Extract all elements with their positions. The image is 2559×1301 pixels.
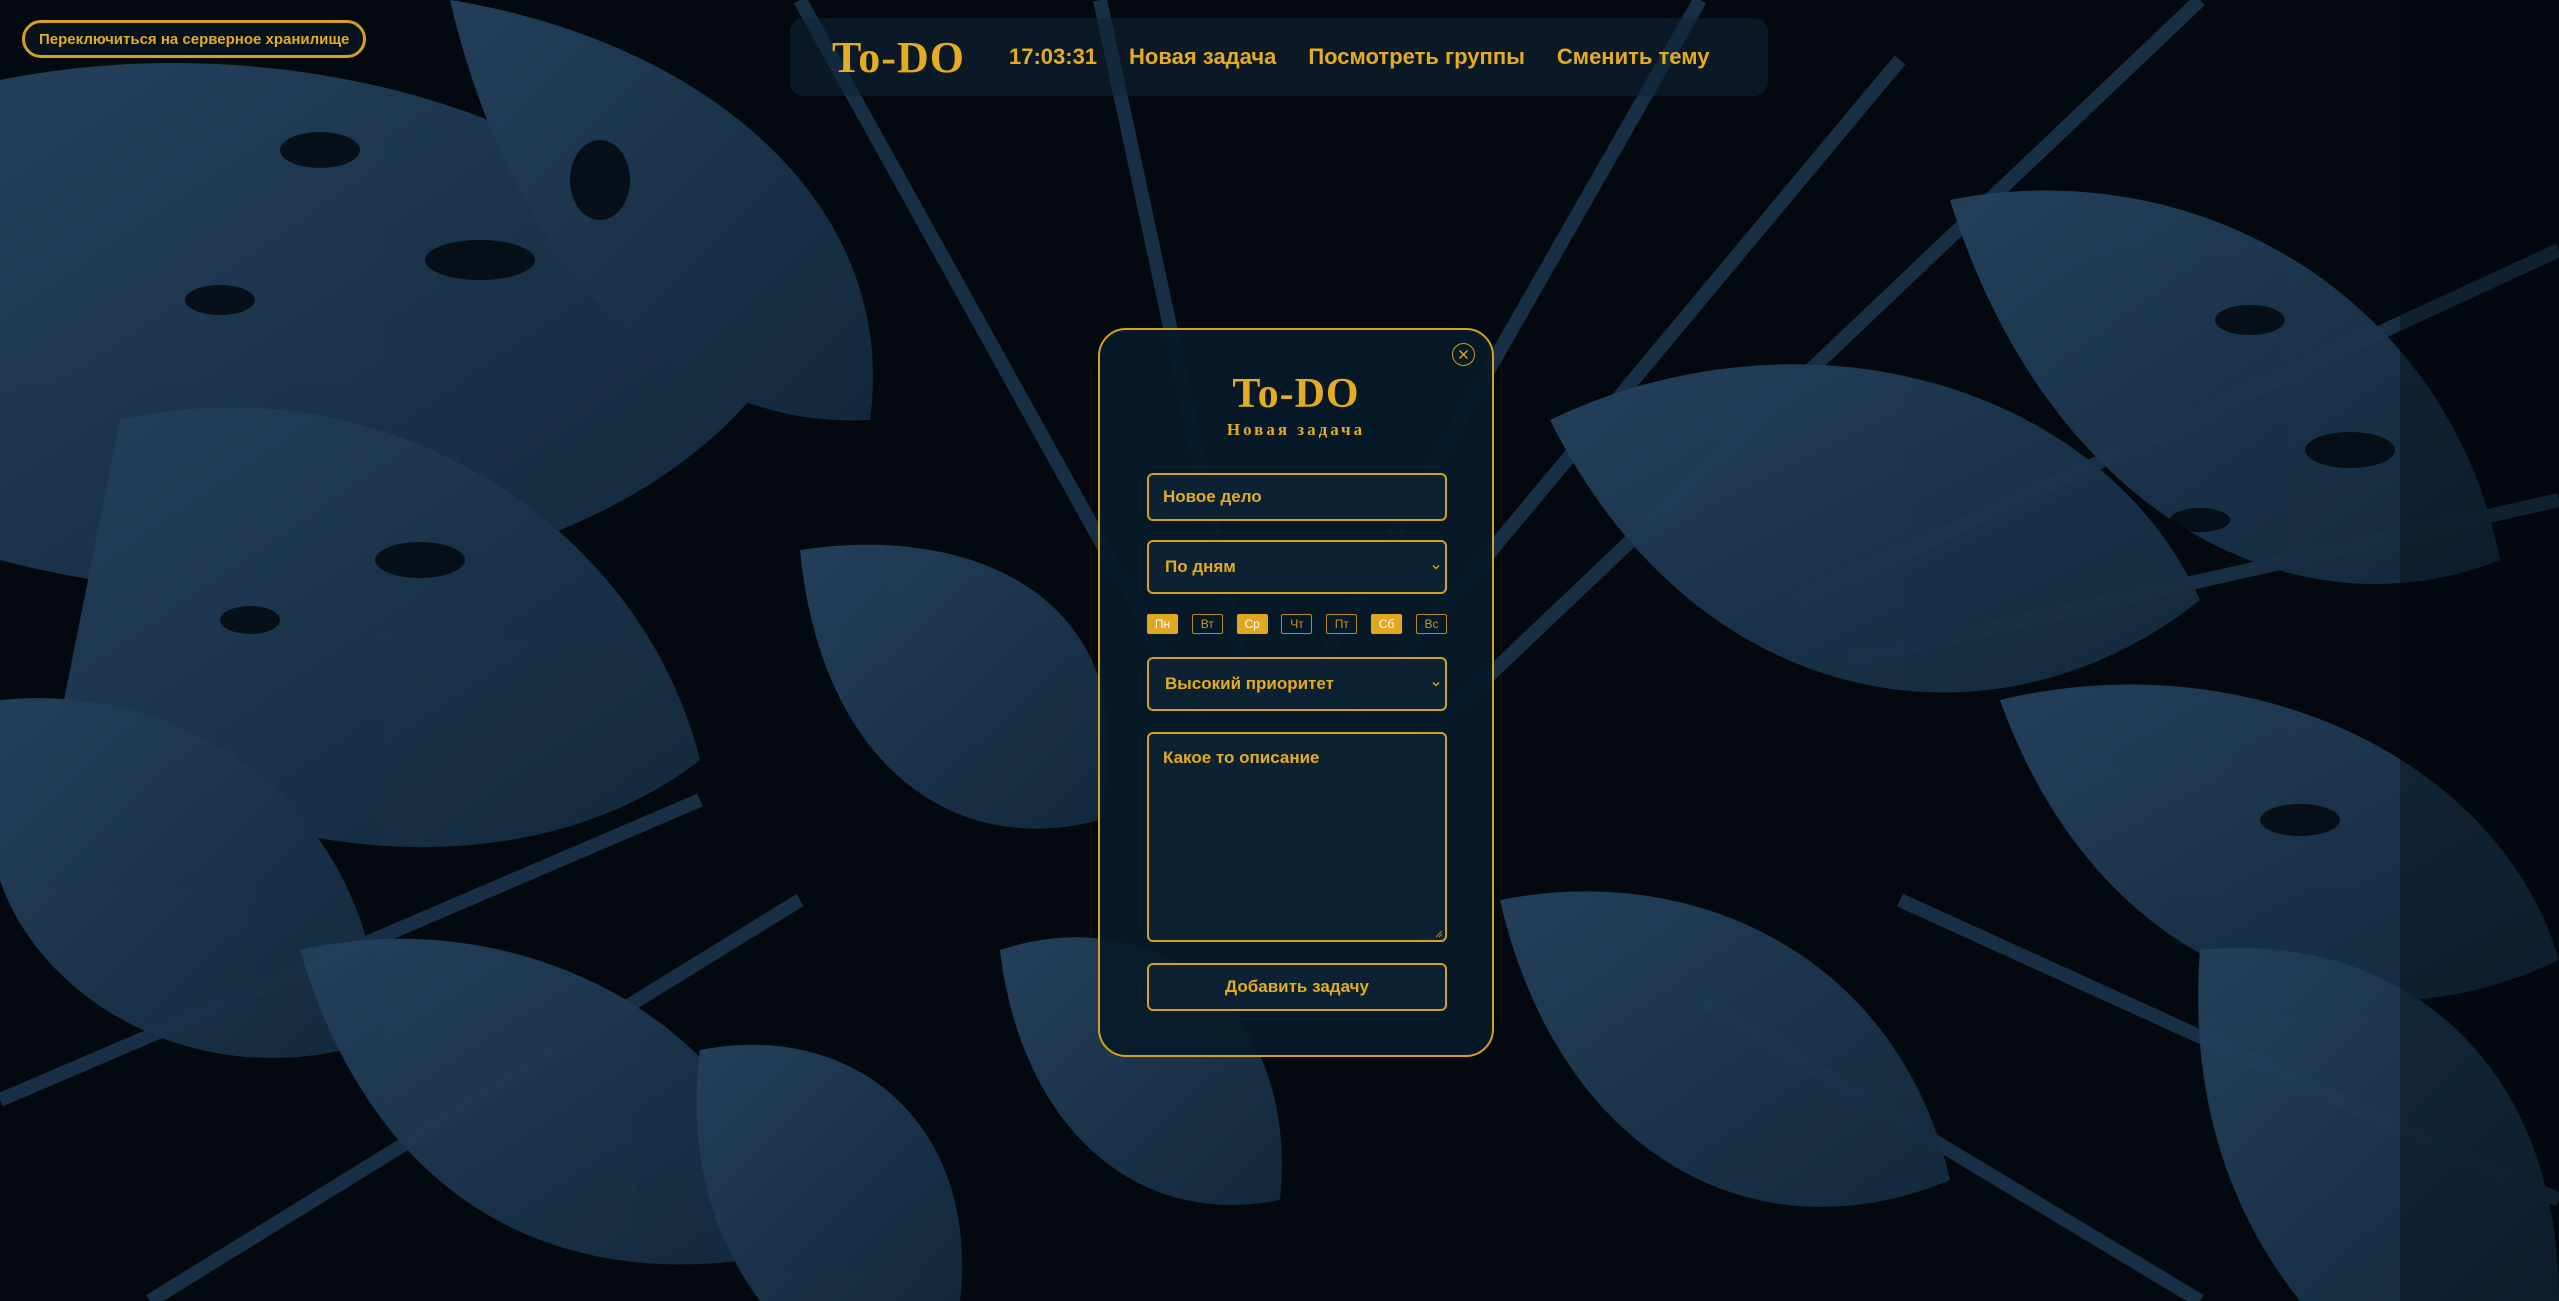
modal-subtitle: Новая задача	[1226, 420, 1366, 439]
new-task-modal: To-DO Новая задача Новое дело По дням Пн…	[1098, 328, 1494, 1057]
resize-grip-icon[interactable]	[1434, 929, 1443, 938]
top-navigation: To-DO 17:03:31 Новая задача Посмотреть г…	[790, 18, 1768, 96]
weekday-selector: Пн Вт Ср Чт Пт Сб Вс	[1147, 614, 1447, 636]
day-toggle-wed[interactable]: Ср	[1236, 614, 1268, 634]
chevron-down-icon	[1432, 564, 1440, 570]
brand-logo: To-DO	[832, 32, 965, 82]
task-name-input[interactable]: Новое дело	[1147, 473, 1447, 521]
day-toggle-tue[interactable]: Вт	[1191, 614, 1223, 634]
repeat-mode-value: По дням	[1165, 557, 1236, 576]
close-icon	[1458, 349, 1469, 360]
clock: 17:03:31	[1008, 44, 1098, 69]
close-modal-button[interactable]	[1452, 343, 1475, 366]
description-value: Какое то описание	[1163, 748, 1320, 767]
nav-view-groups-link[interactable]: Посмотреть группы	[1308, 44, 1525, 70]
add-task-button[interactable]: Добавить задачу	[1147, 963, 1447, 1011]
modal-title: To-DO	[1232, 371, 1360, 417]
chevron-down-icon	[1432, 681, 1440, 687]
add-task-button-label: Добавить задачу	[1225, 977, 1369, 996]
task-name-value: Новое дело	[1163, 487, 1262, 506]
priority-value: Высокий приоритет	[1165, 674, 1334, 693]
switch-to-server-storage-button[interactable]: Переключиться на серверное хранилище	[22, 20, 367, 58]
day-toggle-fri[interactable]: Пт	[1326, 614, 1358, 634]
day-toggle-sun[interactable]: Вс	[1415, 614, 1447, 634]
storage-switch-label: Переключиться на серверное хранилище	[39, 30, 350, 48]
nav-new-task-link[interactable]: Новая задача	[1129, 44, 1276, 70]
day-toggle-thu[interactable]: Чт	[1281, 614, 1313, 634]
day-toggle-sat[interactable]: Сб	[1371, 614, 1403, 634]
day-toggle-mon[interactable]: Пн	[1147, 614, 1178, 634]
repeat-mode-select[interactable]: По дням	[1147, 540, 1447, 594]
priority-select[interactable]: Высокий приоритет	[1147, 657, 1447, 711]
nav-change-theme-link[interactable]: Сменить тему	[1557, 44, 1710, 70]
description-textarea[interactable]: Какое то описание	[1147, 732, 1447, 942]
